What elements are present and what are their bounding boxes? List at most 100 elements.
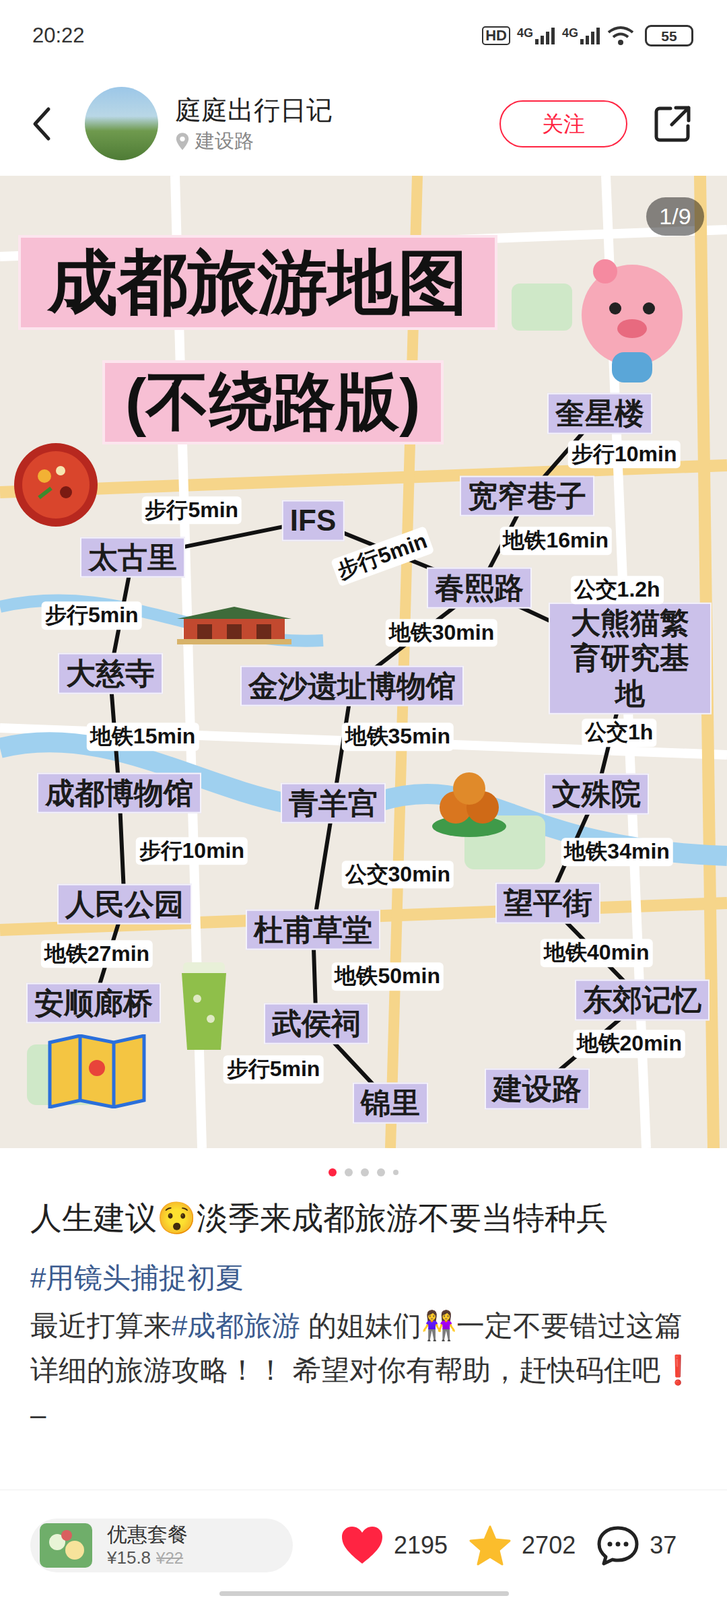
place-label[interactable]: 大慈寺 [57, 652, 163, 695]
star-icon [467, 1524, 513, 1566]
place-label[interactable]: 金沙遗址博物馆 [240, 665, 464, 707]
signal-bars-icon [580, 26, 601, 46]
folded-map-icon [46, 1033, 148, 1109]
coupon-prices: ¥15.8¥22 [107, 1546, 188, 1568]
place-label[interactable]: 文殊院 [543, 773, 649, 815]
status-time: 20:22 [32, 23, 85, 48]
map-subtitle-box: (不绕路版) [102, 360, 444, 445]
coupon-thumb-icon [39, 1522, 93, 1568]
ancient-gate-icon [170, 603, 299, 646]
phone-screen: 20:22 HD4G4G55 庭庭出行日记建设路 关注 [0, 0, 727, 1600]
carousel-dot[interactable] [328, 1167, 337, 1176]
map-subtitle: (不绕路版) [125, 366, 421, 437]
route-leg-label: 公交1h [581, 718, 657, 747]
signal-bars-icon [535, 26, 556, 46]
map-title-box: 成都旅游地图 [18, 234, 498, 330]
map-title: 成都旅游地图 [47, 243, 468, 322]
body-text: 最近打算来 [30, 1309, 172, 1341]
page-counter: 1/9 [646, 197, 705, 236]
status-time-slot: 20:22 [32, 20, 85, 52]
route-leg-label: 步行5min [41, 601, 143, 630]
follow-slot: 关注 [499, 100, 628, 148]
author-name[interactable]: 庭庭出行日记 [175, 94, 500, 128]
route-leg-label: 地铁16min [499, 527, 612, 556]
coupon-original-price: ¥22 [156, 1548, 184, 1568]
place-label[interactable]: 青羊宫 [280, 782, 386, 824]
status-icons: HD 4G 4G 55 [481, 24, 694, 47]
route-leg-label: 地铁35min [341, 722, 454, 752]
place-label[interactable]: 望平街 [495, 882, 601, 924]
route-leg-label: 步行10min [135, 836, 248, 865]
network-type: 4G [562, 26, 579, 40]
route-leg-label: 地铁30min [385, 618, 498, 647]
battery-icon: 55 [644, 24, 694, 47]
like-button[interactable]: 2195 [339, 1524, 448, 1566]
drink-icon [173, 957, 235, 1053]
post-body: 最近打算来#成都旅游 的姐妹们👭一定不要错过这篇详细的旅游攻略！！ 希望对你有帮… [30, 1303, 697, 1393]
place-label[interactable]: 锦里 [352, 1082, 429, 1124]
hotpot-icon [12, 440, 100, 529]
post-title: 人生建议😯淡季来成都旅游不要当特种兵 [30, 1196, 697, 1240]
topic-link[interactable]: #成都旅游 [171, 1309, 301, 1341]
coupon-label: 优惠套餐 [107, 1521, 188, 1547]
wifi-icon [607, 25, 635, 46]
place-label[interactable]: 奎星楼 [547, 393, 653, 435]
author-info[interactable]: 庭庭出行日记建设路 [175, 94, 500, 154]
coupon-pill[interactable]: 优惠套餐¥15.8¥22 [30, 1517, 293, 1572]
route-leg-label: 地铁15min [86, 722, 199, 752]
back-arrow-icon[interactable] [26, 103, 57, 145]
place-label[interactable]: 宽窄巷子 [459, 475, 595, 517]
post-topic[interactable]: #用镜头捕捉初夏 [30, 1257, 697, 1298]
place-label[interactable]: 安顺廊桥 [26, 982, 161, 1024]
route-leg-label: 地铁40min [540, 939, 653, 968]
coupon-price: ¥15.8 [107, 1546, 151, 1568]
heart-icon [339, 1524, 385, 1566]
status-bar: 20:22 HD 4G 4G 55 [0, 0, 727, 72]
route-leg-label: 步行5min [141, 496, 242, 525]
post-header: 庭庭出行日记建设路 关注 [0, 71, 727, 176]
loopy-beaver-icon [564, 251, 700, 386]
place-label[interactable]: 建设路 [484, 1067, 590, 1109]
network-type: 4G [516, 26, 534, 40]
follow-button[interactable]: 关注 [499, 100, 628, 148]
favorite-button[interactable]: 2702 [467, 1524, 576, 1566]
place-label[interactable]: 成都博物馆 [37, 772, 202, 814]
comment-icon [595, 1524, 641, 1566]
home-indicator[interactable] [219, 1590, 509, 1596]
route-leg-label: 地铁34min [560, 838, 673, 867]
coupon-info: 优惠套餐¥15.8¥22 [107, 1521, 188, 1568]
place-label[interactable]: 人民公园 [57, 883, 192, 925]
share-icon[interactable] [651, 102, 694, 145]
route-leg-label: 公交30min [341, 860, 454, 889]
favorite-button-count: 2702 [521, 1530, 576, 1560]
place-label[interactable]: 太古里 [80, 536, 186, 578]
carousel-dot[interactable] [344, 1167, 353, 1176]
battery-level: 55 [661, 28, 677, 44]
cell-signal: 4G [516, 26, 556, 46]
carousel-dot[interactable] [360, 1167, 369, 1176]
post-content: 人生建议😯淡季来成都旅游不要当特种兵 #用镜头捕捉初夏最近打算来#成都旅游 的姐妹… [0, 1147, 727, 1490]
carousel-dot[interactable] [393, 1169, 399, 1175]
place-label[interactable]: IFS [282, 500, 344, 542]
place-label[interactable]: 东郊记忆 [574, 979, 710, 1021]
travel-map[interactable]: 成都旅游地图 (不绕路版) 1/9 奎星楼宽窄巷子 IFS 太古里春熙路大熊猫繁育研究基地… [0, 175, 727, 1148]
location-text: 建设路 [195, 129, 254, 153]
post-text: 人生建议😯淡季来成都旅游不要当特种兵 #用镜头捕捉初夏最近打算来#成都旅游 的姐妹… [0, 1196, 727, 1437]
comment-button-count: 37 [649, 1530, 677, 1560]
carousel-dot[interactable] [376, 1167, 386, 1176]
place-label[interactable]: 武侯祠 [263, 1002, 369, 1045]
route-leg-label: 步行5min [223, 1054, 324, 1084]
route-leg-label: 地铁50min [331, 962, 443, 991]
route-leg-label: 公交1.2h [570, 575, 664, 604]
route-leg-label: 地铁20min [573, 1029, 686, 1059]
author-avatar[interactable] [84, 86, 159, 161]
place-label[interactable]: 春熙路 [426, 567, 532, 609]
cell-signal: 4G [562, 26, 601, 46]
place-label[interactable]: 大熊猫繁育研究基地 [548, 601, 712, 714]
carousel-dots [0, 1147, 727, 1197]
route-leg-label: 地铁27min [41, 939, 153, 968]
route-leg-label: 步行10min [568, 440, 680, 469]
comment-button[interactable]: 37 [595, 1524, 677, 1566]
hd-badge: HD [481, 26, 511, 46]
place-label[interactable]: 杜甫草堂 [245, 908, 381, 950]
